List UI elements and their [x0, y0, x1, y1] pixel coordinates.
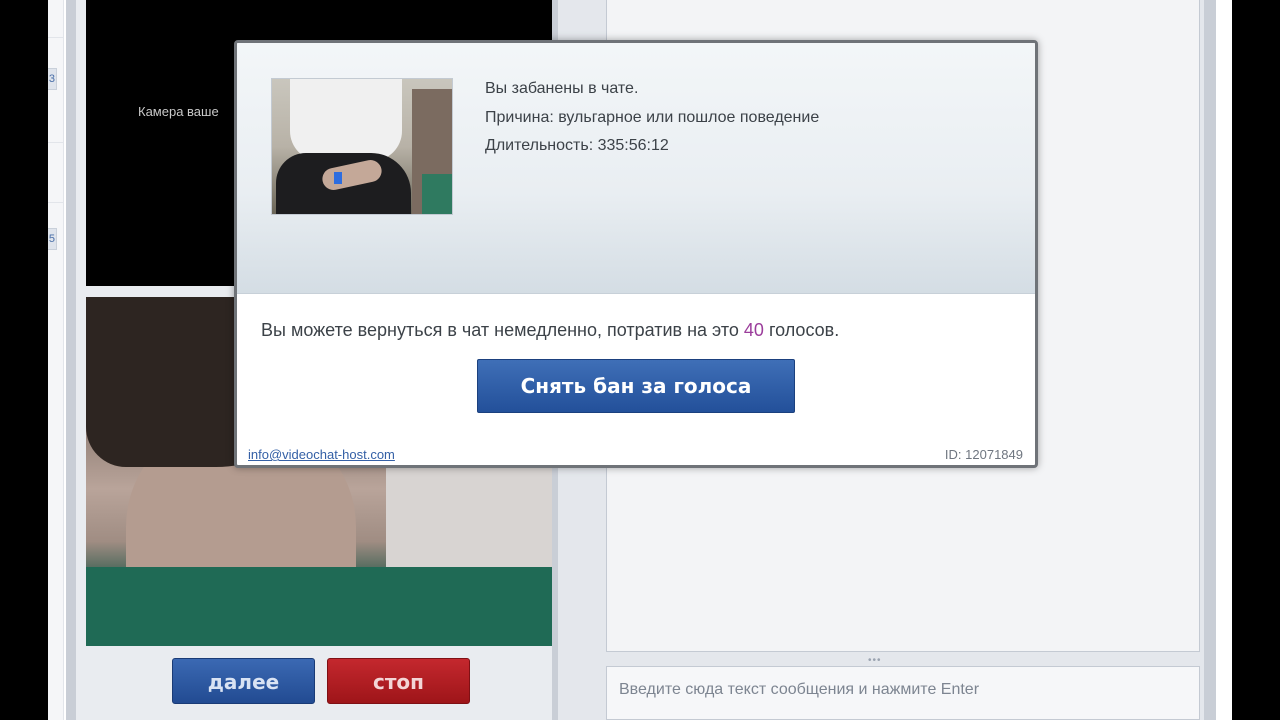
- ban-duration-label: Длительность:: [485, 137, 594, 154]
- next-button[interactable]: далее: [172, 658, 315, 704]
- screen: 3 5 Камера ваше далее стоп ••• Введите с…: [0, 0, 1280, 720]
- ban-duration-value: 335:56:12: [597, 137, 669, 154]
- snapshot-shirt: [290, 79, 402, 161]
- unban-votes-count: 40: [743, 320, 764, 340]
- strip-tab-counter[interactable]: 3: [48, 68, 57, 90]
- self-video-shirt: [86, 567, 552, 646]
- resize-handle[interactable]: •••: [868, 655, 882, 666]
- unban-offer-text: Вы можете вернуться в чат немедленно, по…: [261, 320, 839, 341]
- ban-duration: Длительность: 335:56:12: [485, 132, 819, 161]
- strip-divider: [48, 142, 64, 143]
- left-strip: 3 5: [48, 0, 64, 720]
- ban-reason-value: вульгарное или пошлое поведение: [558, 108, 820, 126]
- ban-message: Вы забанены в чате.: [485, 80, 639, 97]
- contact-email-link[interactable]: info@videochat-host.com: [248, 447, 395, 462]
- snapshot-wristband: [334, 172, 342, 184]
- chat-message-input[interactable]: Введите сюда текст сообщения и нажмите E…: [606, 666, 1200, 720]
- ban-reason: Причина: вульгарное или пошлое поведение: [485, 104, 819, 133]
- unban-for-votes-button[interactable]: Снять бан за голоса: [477, 359, 795, 413]
- snapshot-clothing: [422, 174, 452, 214]
- ban-reason-label: Причина:: [485, 108, 554, 126]
- ban-snapshot-image: [271, 78, 453, 215]
- ban-details: Вы забанены в чате. Причина: вульгарное …: [485, 75, 819, 161]
- strip-divider: [48, 37, 64, 38]
- user-id: ID: 12071849: [944, 447, 1023, 462]
- partner-camera-status: Камера ваше: [138, 104, 219, 119]
- strip-tab-counter[interactable]: 5: [48, 228, 57, 250]
- ban-dialog-header: Вы забанены в чате. Причина: вульгарное …: [237, 43, 1035, 294]
- unban-offer-prefix: Вы можете вернуться в чат немедленно, по…: [261, 320, 739, 340]
- unban-offer-suffix: голосов.: [768, 320, 840, 340]
- stop-button[interactable]: стоп: [327, 658, 470, 704]
- strip-divider: [48, 202, 64, 203]
- ban-dialog: Вы забанены в чате. Причина: вульгарное …: [234, 40, 1038, 468]
